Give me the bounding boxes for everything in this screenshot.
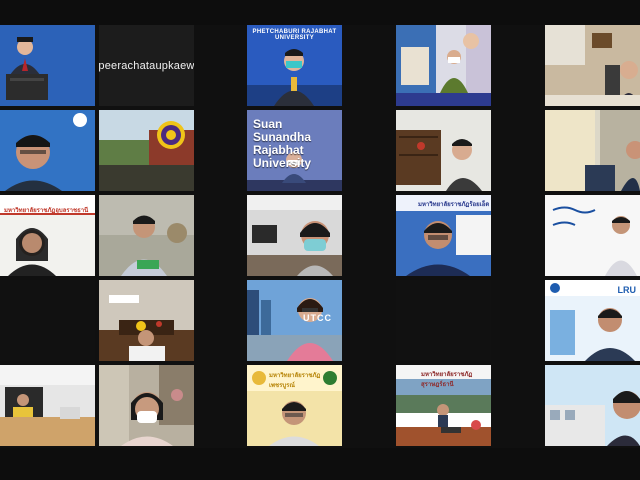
video-gallery-grid: peerachataupkaew PHETCHABURI RAJABHAT UN… xyxy=(0,25,640,448)
tile-banner: มหาวิทยาลัยราชภัฏสุราษฎร์ธานี xyxy=(421,372,473,388)
tile-caption: PHETCHABURI RAJABHAT UNIVERSITY xyxy=(252,29,337,41)
video-tile-magazine-woman[interactable] xyxy=(396,25,491,106)
video-tile-speaker-podium[interactable] xyxy=(0,25,95,106)
video-tile-conference-table[interactable] xyxy=(0,365,95,446)
video-tile-garden-logo[interactable] xyxy=(99,110,194,191)
banner-line-2: Rajabhat University xyxy=(253,143,312,170)
banner-line-1: Suan Sunandha xyxy=(253,117,312,144)
tile-banner: LRU xyxy=(617,285,637,295)
tile-watermark: UTCC xyxy=(303,313,332,323)
video-tile-building-man[interactable] xyxy=(545,365,640,446)
video-tile-diagram-man[interactable] xyxy=(545,195,640,276)
video-tile-meeting-room[interactable] xyxy=(99,280,194,361)
top-bar xyxy=(0,0,640,25)
video-tile-surat-room[interactable]: มหาวิทยาลัยราชภัฏสุราษฎร์ธานี xyxy=(396,365,491,446)
video-tile-phetchaburi[interactable]: PHETCHABURI RAJABHAT UNIVERSITY xyxy=(247,25,342,106)
video-tile-lru-man[interactable]: LRU xyxy=(545,280,640,361)
tile-banner: มหาวิทยาลัยราชภัฏเพชรบูรณ์ xyxy=(269,373,321,389)
video-tile-mask-woman[interactable] xyxy=(99,365,194,446)
video-tile-suan-sunandha[interactable]: Suan Sunandha Rajabhat University xyxy=(247,110,342,191)
tile-banner: มหาวิทยาลัยราชภัฏร้อยเอ็ด xyxy=(418,202,490,208)
video-tile-office-man[interactable] xyxy=(545,25,640,106)
video-tile-man-glasses-blue[interactable] xyxy=(0,110,95,191)
participant-name: peerachataupkaew xyxy=(99,59,194,72)
video-tile-roiet-man[interactable]: มหาวิทยาลัยราชภัฏร้อยเอ็ด xyxy=(396,195,491,276)
bottom-bar xyxy=(0,448,640,480)
video-tile-green-shirt-man[interactable] xyxy=(99,195,194,276)
video-tile-name-only[interactable]: peerachataupkaew xyxy=(99,25,194,106)
video-tile-utcc[interactable]: UTCC xyxy=(247,280,342,361)
video-tile-black-2[interactable] xyxy=(396,280,491,361)
video-tile-curtain-man[interactable] xyxy=(545,110,640,191)
video-tile-shelf-man[interactable] xyxy=(396,110,491,191)
video-tile-black[interactable] xyxy=(0,280,95,361)
video-tile-phetchabun-man[interactable]: มหาวิทยาลัยราชภัฏเพชรบูรณ์ xyxy=(247,365,342,446)
video-tile-ubon-woman[interactable]: มหาวิทยาลัยราชภัฏอุบลราชธานี xyxy=(0,195,95,276)
tile-banner-title: Suan Sunandha Rajabhat University xyxy=(253,118,342,170)
tile-banner: มหาวิทยาลัยราชภัฏอุบลราชธานี xyxy=(4,208,89,214)
video-tile-office-mask-woman[interactable] xyxy=(247,195,342,276)
